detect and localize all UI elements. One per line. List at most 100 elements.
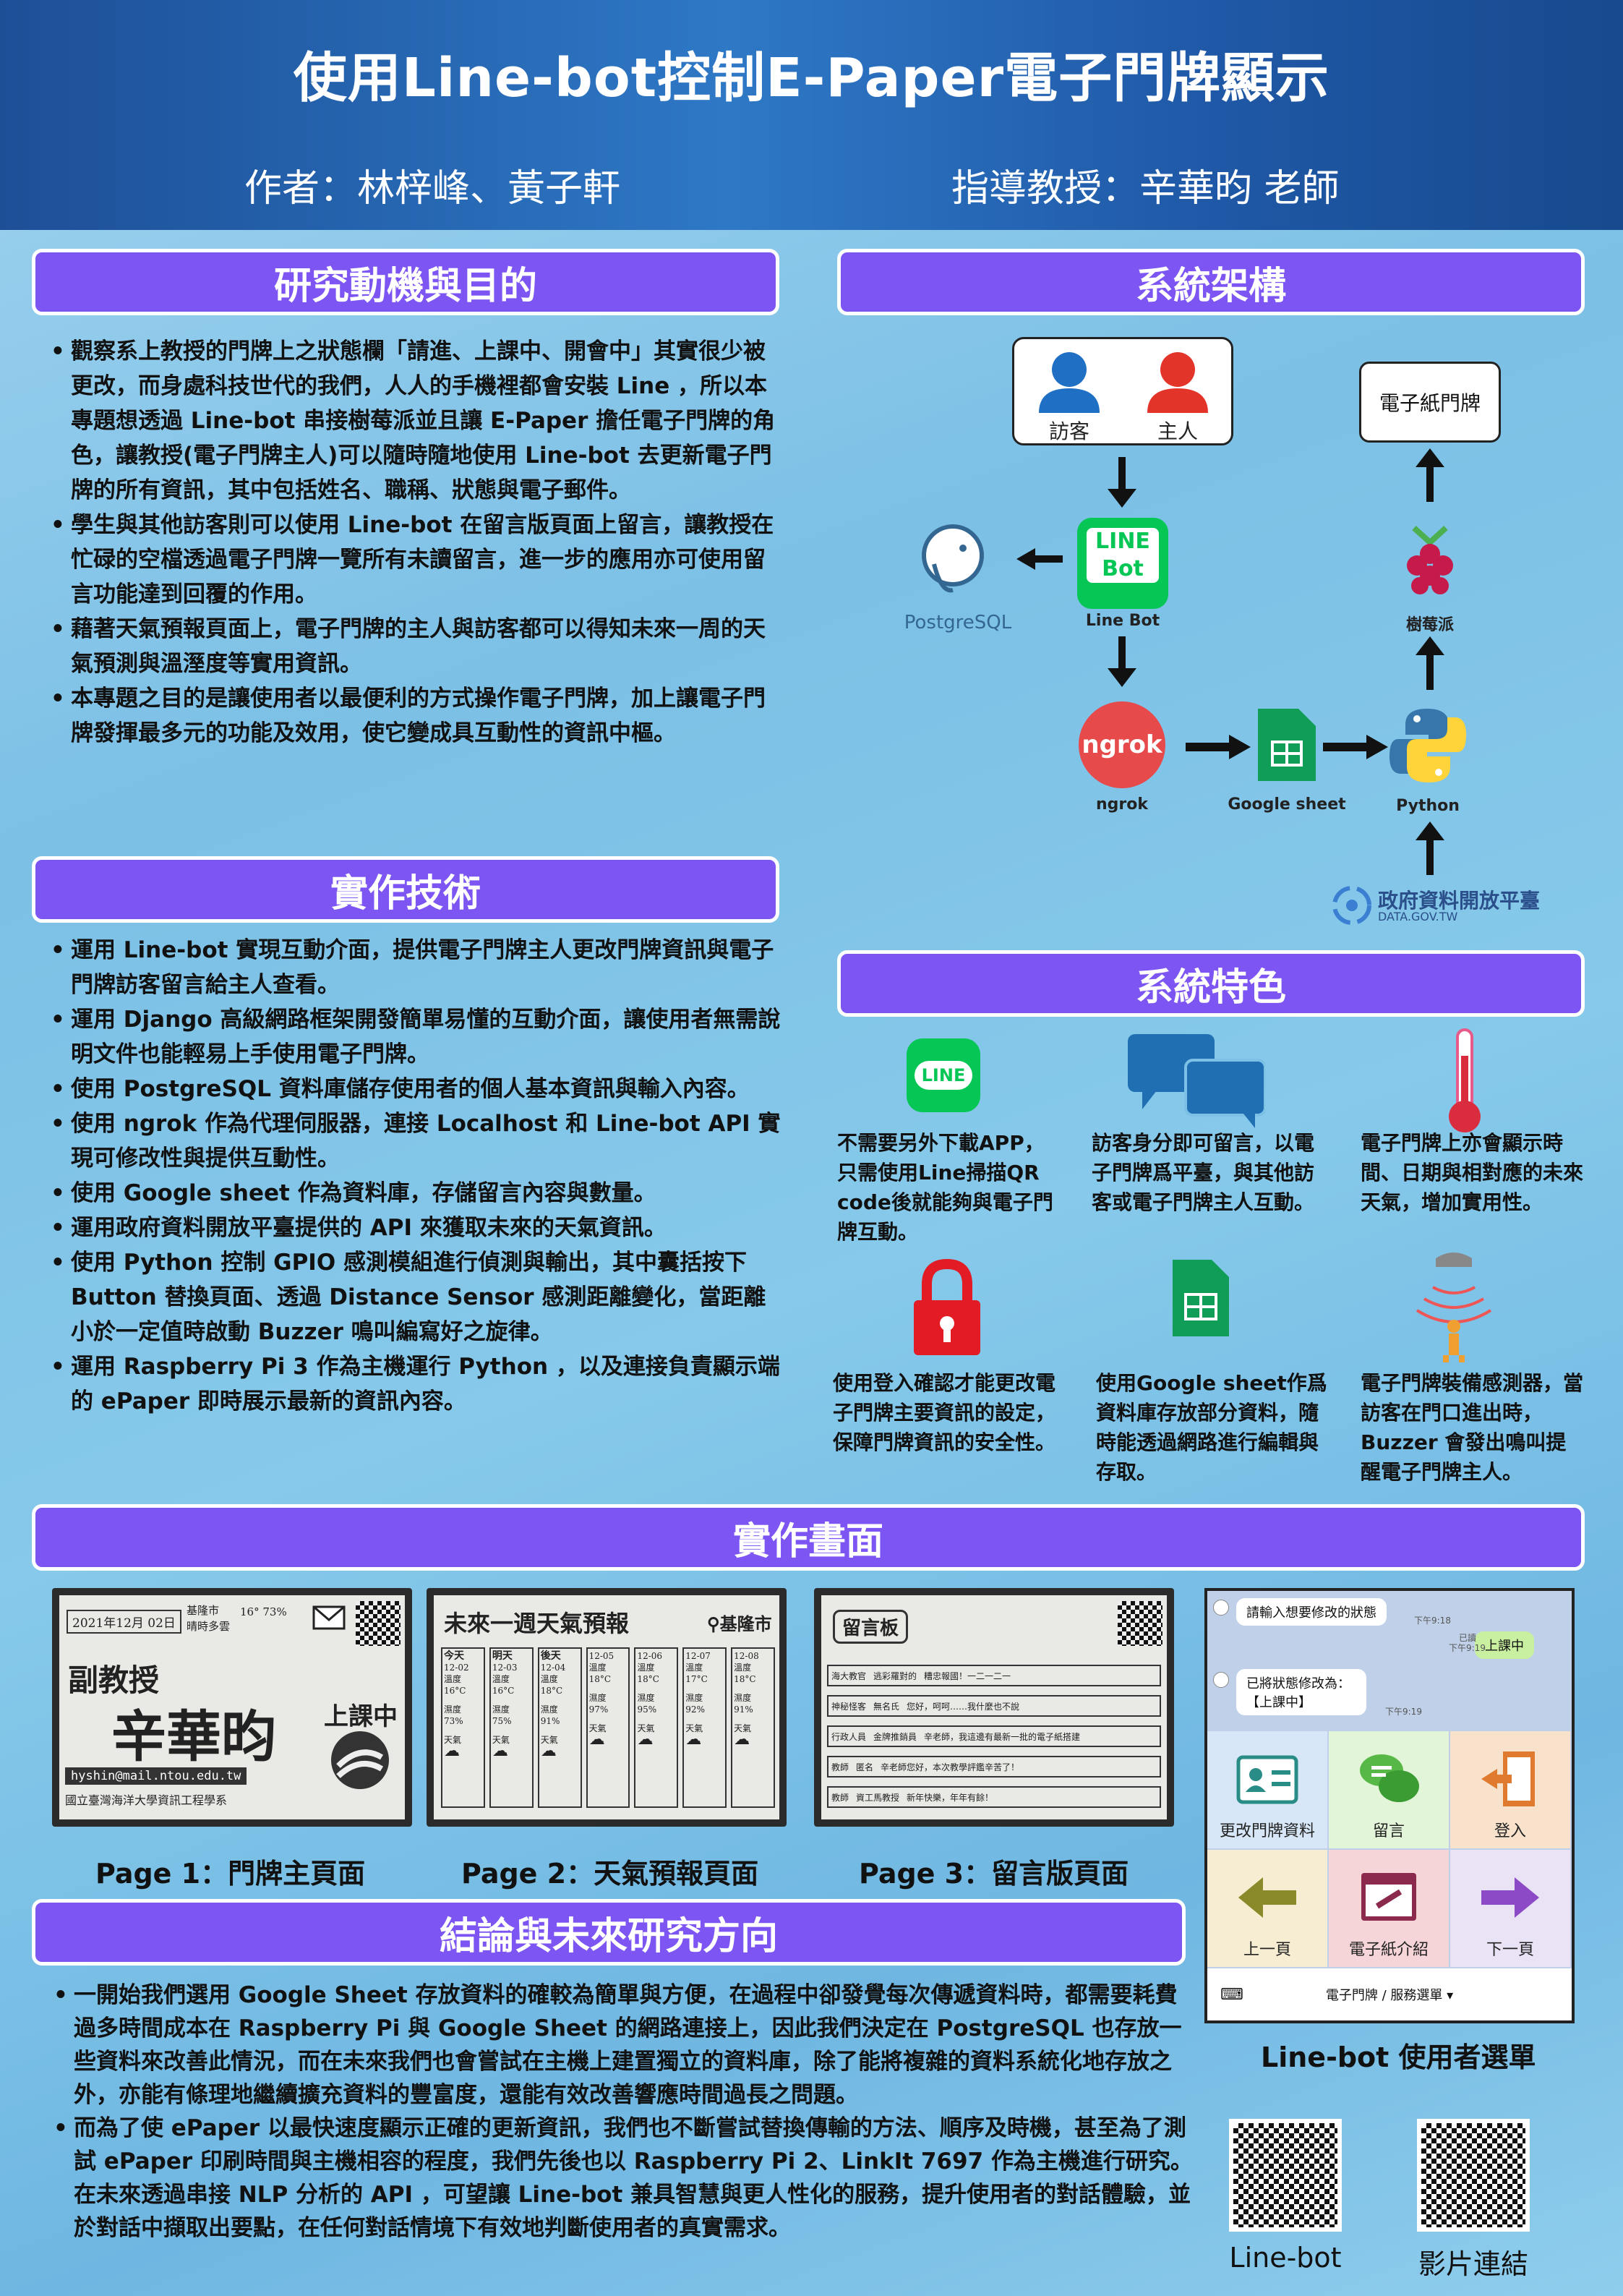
owner-icon bbox=[1147, 352, 1208, 413]
feature-text: 訪客身分即可留言，以電子門牌爲平臺，與其他訪客或電子門牌主人互動。 bbox=[1092, 1131, 1315, 1214]
page1-name: 辛華昀 bbox=[111, 1704, 276, 1769]
list-item: 一開始我們選用 Google Sheet 存放資料的確較為簡單與方便，在過程中卻… bbox=[53, 1979, 1196, 2112]
message-role: 神秘怪客 bbox=[831, 1701, 867, 1712]
page1-email: hyshin@mail.ntou.edu.tw bbox=[65, 1767, 247, 1785]
forecast-date: 12-02 bbox=[444, 1663, 469, 1673]
postgresql-icon bbox=[922, 524, 984, 593]
forecast-temp: 16°C bbox=[444, 1686, 466, 1696]
cloud-icon: ☁ bbox=[444, 1742, 460, 1760]
conclusion-list: 一開始我們選用 Google Sheet 存放資料的確較為簡單與方便，在過程中卻… bbox=[53, 1979, 1196, 2245]
list-item: 運用 Raspberry Pi 3 作為主機運行 Python ，以及連接負責顯… bbox=[51, 1349, 781, 1419]
list-item: 學生與其他訪客則可以使用 Line-bot 在留言版頁面上留言，讓教授在忙碌的空… bbox=[51, 508, 781, 612]
arrow-right bbox=[1186, 735, 1251, 759]
ngrok-icon: ngrok bbox=[1079, 701, 1165, 788]
page1-city: 基隆市 bbox=[187, 1604, 220, 1617]
humidity-label: 濕度 bbox=[637, 1693, 655, 1703]
video-qr-code[interactable] bbox=[1417, 2119, 1530, 2232]
list-item: 使用 PostgreSQL 資料庫儲存使用者的個人基本資訊與輸入內容。 bbox=[51, 1072, 781, 1106]
page1-dept: 國立臺灣海洋大學資訊工程學系 bbox=[65, 1793, 228, 1807]
timestamp: 下午9:19 bbox=[1449, 1643, 1486, 1653]
menu-item[interactable]: 上一頁 bbox=[1207, 1850, 1327, 1967]
raspberry-pi-icon bbox=[1407, 526, 1453, 594]
list-item: 而為了使 ePaper 以最快速度顯示正確的更新資訊，我們也不斷嘗試替換傳輸的方… bbox=[53, 2112, 1196, 2245]
linebot-caption: Line-bot 使用者選單 bbox=[1261, 2041, 1536, 2073]
feature-text: 不需要另外下載APP，只需使用Line掃描QR code後就能夠與電子門牌互動。 bbox=[837, 1131, 1053, 1244]
list-item: 使用 Python 控制 GPIO 感測模組進行偵測與輸出，其中囊括按下 But… bbox=[51, 1245, 781, 1349]
menu-item[interactable]: 留言 bbox=[1329, 1731, 1449, 1848]
mail-icon bbox=[312, 1605, 346, 1630]
forecast-humidity: 97% bbox=[588, 1704, 609, 1715]
qr-code bbox=[356, 1601, 401, 1646]
page2-city: ⚲基隆市 bbox=[707, 1613, 772, 1634]
raspberry-label: 樹莓派 bbox=[1405, 616, 1454, 634]
message-text: 辛老師您好，本次教學評鑑辛苦了！ bbox=[881, 1762, 1020, 1772]
message-name: 無名氏 bbox=[873, 1701, 900, 1712]
temp-label: 溫度 bbox=[637, 1663, 655, 1673]
linebot-qr-label: Line-bot bbox=[1229, 2242, 1342, 2274]
video-qr-label: 影片連結 bbox=[1418, 2248, 1528, 2280]
menu-item-label: 更改門牌資料 bbox=[1219, 1822, 1315, 1840]
message-list: 海大教官 逃彩羅對的 糟忠報國！一二一二一神秘怪客 無名氏 您好，呵呵……我什麼… bbox=[827, 1665, 1161, 1817]
list-item: 使用 Google sheet 作為資料庫，存儲留言內容與數量。 bbox=[51, 1176, 781, 1211]
cloud-icon: ☁ bbox=[637, 1730, 654, 1749]
profile-card-icon bbox=[1236, 1755, 1298, 1804]
menu-item-label: 上一頁 bbox=[1243, 1941, 1291, 1959]
message-text: 您好，呵呵……我什麼也不說 bbox=[907, 1701, 1020, 1712]
menu-item-label: 留言 bbox=[1372, 1822, 1405, 1840]
authors: 作者：林梓峰、黃子軒 bbox=[244, 167, 621, 210]
message-text: 糟忠報國！一二一二一 bbox=[924, 1670, 1011, 1681]
message-row: 行政人員 金牌推銷員 辛老師，我這邊有最新一批的電子紙搭建 bbox=[827, 1725, 1161, 1747]
forecast-date: 12-03 bbox=[492, 1663, 518, 1673]
conclusion-heading: 結論與未來研究方向 bbox=[32, 1899, 1186, 1966]
forecast-day-label: 後天 bbox=[540, 1650, 561, 1662]
avatar bbox=[1213, 1600, 1229, 1616]
forecast-date: 12-06 bbox=[637, 1651, 663, 1661]
forecast-humidity: 92% bbox=[685, 1704, 705, 1715]
thermometer-icon bbox=[1449, 1028, 1481, 1132]
page3-title: 留言板 bbox=[833, 1610, 909, 1644]
rich-menu: 更改門牌資料 留言 登入上一頁 電子紙介紹 下一頁 bbox=[1207, 1731, 1572, 1968]
list-item: 觀察系上教授的門牌上之狀態欄「請進、上課中、開會中」其實很少被更改，而身處科技世… bbox=[51, 334, 781, 508]
message-text: 辛老師，我這邊有最新一批的電子紙搭建 bbox=[924, 1731, 1081, 1742]
features-heading: 系統特色 bbox=[837, 950, 1585, 1017]
linebot-logo: LINE Bot bbox=[1077, 518, 1168, 609]
motivation-list: 觀察系上教授的門牌上之狀態欄「請進、上課中、開會中」其實很少被更改，而身處科技世… bbox=[51, 334, 781, 751]
temp-label: 溫度 bbox=[588, 1663, 607, 1673]
linebot-qr-code[interactable] bbox=[1229, 2119, 1342, 2232]
message-row: 海大教官 逃彩羅對的 糟忠報國！一二一二一 bbox=[827, 1665, 1161, 1686]
message-row: 教師 資工馬教授 新年快樂，年年有餘！ bbox=[827, 1786, 1161, 1808]
menu-item[interactable]: 更改門牌資料 bbox=[1207, 1731, 1327, 1848]
feature-text: 使用Google sheet作爲資料庫存放部分資料，隨時能透過網路進行編輯與存取… bbox=[1096, 1371, 1327, 1484]
tech-heading: 實作技術 bbox=[32, 856, 779, 923]
temp-label: 溫度 bbox=[444, 1674, 462, 1684]
forecast-date: 12-05 bbox=[588, 1651, 614, 1661]
humidity-label: 濕度 bbox=[685, 1693, 703, 1703]
forecast-temp: 18°C bbox=[540, 1686, 563, 1696]
forecast-date: 12-07 bbox=[685, 1651, 711, 1661]
forecast-day: 12-08 溫度 18°C 濕度 91% 天氣 ☁ bbox=[731, 1647, 776, 1808]
gov-data-logo: 政府資料開放平臺 DATA.GOV.TW bbox=[1330, 884, 1540, 927]
cloud-icon: ☁ bbox=[734, 1730, 750, 1749]
forecast-day: 後天 12-04 溫度 18°C 濕度 91% 天氣 ☁ bbox=[537, 1647, 582, 1808]
visitor-icon bbox=[1039, 352, 1100, 413]
page1-screenshot: 2021年12月 02日 基隆市 16° 73% 晴時多雲 副教授 辛華昀 上課… bbox=[52, 1588, 412, 1827]
line-icon: LINE bbox=[907, 1038, 980, 1112]
menu-item[interactable]: 下一頁 bbox=[1450, 1850, 1570, 1967]
keyboard-icon[interactable]: ⌨ bbox=[1220, 1986, 1243, 2004]
advisor: 指導教授：辛華昀 老師 bbox=[951, 167, 1340, 210]
menu-item[interactable]: 電子紙介紹 bbox=[1329, 1850, 1449, 1967]
location-pin-icon: ⚲ bbox=[707, 1613, 720, 1634]
list-item: 運用 Line-bot 實現互動介面，提供電子門牌主人更改門牌資訊與電子門牌訪客… bbox=[51, 933, 781, 1002]
forecast-temp: 18°C bbox=[637, 1674, 659, 1684]
message-name: 金牌推銷員 bbox=[873, 1731, 917, 1742]
page1-date: 2021年12月 02日 bbox=[67, 1610, 181, 1634]
menu-item-label: 下一頁 bbox=[1486, 1941, 1534, 1959]
forecast-temp: 16°C bbox=[492, 1686, 515, 1696]
chat-bubbles-icon bbox=[1128, 1034, 1265, 1128]
menu-item[interactable]: 登入 bbox=[1450, 1731, 1570, 1848]
epaper-box: 電子紙門牌 bbox=[1359, 362, 1501, 443]
gov-data-sub: DATA.GOV.TW bbox=[1378, 910, 1458, 923]
menu-footer[interactable]: ⌨ 電子門牌 / 服務選單 ▾ bbox=[1207, 1968, 1572, 2020]
forecast-day: 12-05 溫度 18°C 濕度 97% 天氣 ☁ bbox=[586, 1647, 630, 1808]
owner-label: 主人 bbox=[1157, 419, 1198, 443]
